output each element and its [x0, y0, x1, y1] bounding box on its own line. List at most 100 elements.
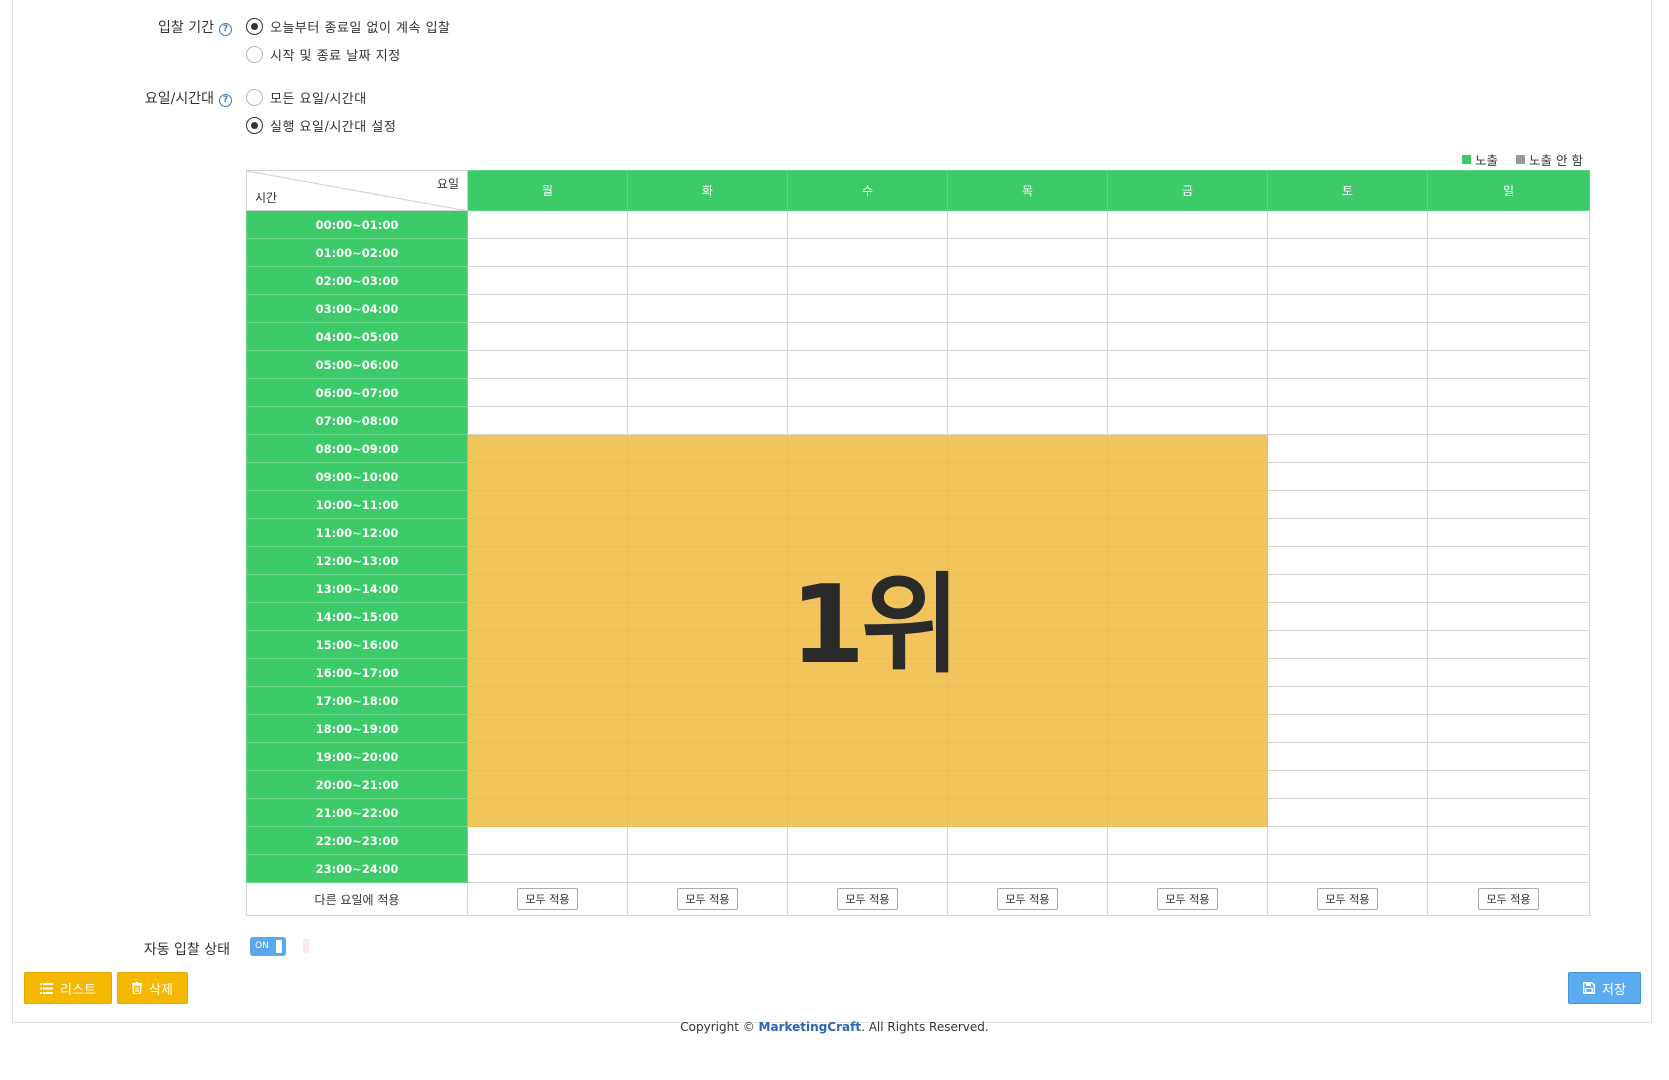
schedule-cell[interactable]	[787, 406, 948, 435]
auto-bid-toggle[interactable]: ON	[250, 937, 286, 956]
apply-all-button[interactable]: 모두 적용	[676, 888, 739, 910]
help-icon[interactable]: ?	[219, 94, 232, 107]
schedule-cell[interactable]	[627, 490, 788, 519]
schedule-cell[interactable]	[1267, 770, 1428, 799]
time-label[interactable]: 02:00~03:00	[246, 266, 468, 295]
schedule-cell[interactable]	[1267, 406, 1428, 435]
schedule-cell[interactable]	[1267, 658, 1428, 687]
schedule-cell[interactable]	[1427, 574, 1590, 603]
schedule-cell[interactable]	[787, 322, 948, 351]
help-icon[interactable]: ?	[219, 23, 232, 36]
schedule-cell[interactable]	[627, 210, 788, 239]
schedule-cell[interactable]	[627, 854, 788, 883]
schedule-cell[interactable]	[1107, 574, 1268, 603]
day-header[interactable]: 월	[467, 170, 628, 211]
schedule-cell[interactable]	[627, 630, 788, 659]
schedule-cell[interactable]	[1427, 742, 1590, 771]
schedule-cell[interactable]	[787, 378, 948, 407]
schedule-cell[interactable]	[627, 770, 788, 799]
schedule-cell[interactable]	[947, 742, 1108, 771]
schedule-cell[interactable]	[467, 546, 628, 575]
schedule-cell[interactable]	[467, 854, 628, 883]
schedule-cell[interactable]	[1427, 658, 1590, 687]
schedule-cell[interactable]	[1427, 798, 1590, 827]
schedule-cell[interactable]	[947, 798, 1108, 827]
schedule-cell[interactable]	[787, 714, 948, 743]
schedule-cell[interactable]	[467, 294, 628, 323]
schedule-cell[interactable]	[1427, 462, 1590, 491]
schedule-cell[interactable]	[1267, 518, 1428, 547]
schedule-cell[interactable]	[947, 322, 1108, 351]
schedule-cell[interactable]	[1267, 630, 1428, 659]
schedule-cell[interactable]	[1107, 462, 1268, 491]
schedule-cell[interactable]	[1107, 658, 1268, 687]
schedule-cell[interactable]	[947, 434, 1108, 463]
schedule-cell[interactable]	[1267, 462, 1428, 491]
schedule-cell[interactable]	[627, 462, 788, 491]
schedule-cell[interactable]	[1427, 210, 1590, 239]
schedule-cell[interactable]	[1107, 546, 1268, 575]
schedule-cell[interactable]	[467, 378, 628, 407]
schedule-cell[interactable]	[467, 350, 628, 379]
schedule-cell[interactable]	[1427, 490, 1590, 519]
schedule-cell[interactable]	[627, 826, 788, 855]
schedule-cell[interactable]	[627, 658, 788, 687]
schedule-cell[interactable]	[1107, 630, 1268, 659]
schedule-cell[interactable]	[627, 686, 788, 715]
schedule-cell[interactable]	[1267, 798, 1428, 827]
schedule-cell[interactable]	[1427, 378, 1590, 407]
schedule-cell[interactable]	[627, 322, 788, 351]
schedule-cell[interactable]	[1427, 322, 1590, 351]
time-label[interactable]: 22:00~23:00	[246, 826, 468, 855]
schedule-cell[interactable]	[947, 378, 1108, 407]
schedule-cell[interactable]	[467, 798, 628, 827]
schedule-cell[interactable]	[627, 378, 788, 407]
schedule-cell[interactable]	[1267, 434, 1428, 463]
schedule-cell[interactable]	[467, 742, 628, 771]
time-label[interactable]: 11:00~12:00	[246, 518, 468, 547]
time-label[interactable]: 15:00~16:00	[246, 630, 468, 659]
schedule-cell[interactable]	[1107, 210, 1268, 239]
radio-all-day-time[interactable]: 모든 요일/시간대	[246, 88, 367, 107]
time-label[interactable]: 04:00~05:00	[246, 322, 468, 351]
schedule-cell[interactable]	[787, 686, 948, 715]
schedule-cell[interactable]	[1107, 518, 1268, 547]
schedule-cell[interactable]	[947, 406, 1108, 435]
schedule-cell[interactable]	[787, 490, 948, 519]
schedule-cell[interactable]	[787, 294, 948, 323]
schedule-cell[interactable]	[947, 294, 1108, 323]
schedule-cell[interactable]	[787, 462, 948, 491]
schedule-cell[interactable]	[1427, 686, 1590, 715]
schedule-cell[interactable]	[1107, 294, 1268, 323]
time-label[interactable]: 00:00~01:00	[246, 210, 468, 239]
schedule-cell[interactable]	[467, 238, 628, 267]
time-label[interactable]: 03:00~04:00	[246, 294, 468, 323]
apply-all-button[interactable]: 모두 적용	[1156, 888, 1219, 910]
schedule-cell[interactable]	[627, 602, 788, 631]
schedule-cell[interactable]	[1107, 406, 1268, 435]
schedule-cell[interactable]	[1267, 574, 1428, 603]
time-label[interactable]: 10:00~11:00	[246, 490, 468, 519]
schedule-cell[interactable]	[467, 210, 628, 239]
schedule-cell[interactable]	[787, 434, 948, 463]
schedule-cell[interactable]	[947, 658, 1108, 687]
schedule-cell[interactable]	[947, 826, 1108, 855]
save-button[interactable]: 저장	[1568, 972, 1641, 1004]
schedule-cell[interactable]	[627, 714, 788, 743]
schedule-cell[interactable]	[787, 350, 948, 379]
schedule-cell[interactable]	[1427, 714, 1590, 743]
schedule-cell[interactable]	[627, 434, 788, 463]
schedule-cell[interactable]	[1107, 490, 1268, 519]
schedule-cell[interactable]	[787, 742, 948, 771]
schedule-cell[interactable]	[947, 546, 1108, 575]
schedule-cell[interactable]	[1427, 434, 1590, 463]
schedule-cell[interactable]	[467, 658, 628, 687]
schedule-cell[interactable]	[787, 770, 948, 799]
schedule-cell[interactable]	[947, 630, 1108, 659]
schedule-cell[interactable]	[627, 294, 788, 323]
time-label[interactable]: 05:00~06:00	[246, 350, 468, 379]
schedule-cell[interactable]	[1427, 266, 1590, 295]
schedule-cell[interactable]	[947, 854, 1108, 883]
schedule-cell[interactable]	[467, 434, 628, 463]
schedule-cell[interactable]	[787, 826, 948, 855]
